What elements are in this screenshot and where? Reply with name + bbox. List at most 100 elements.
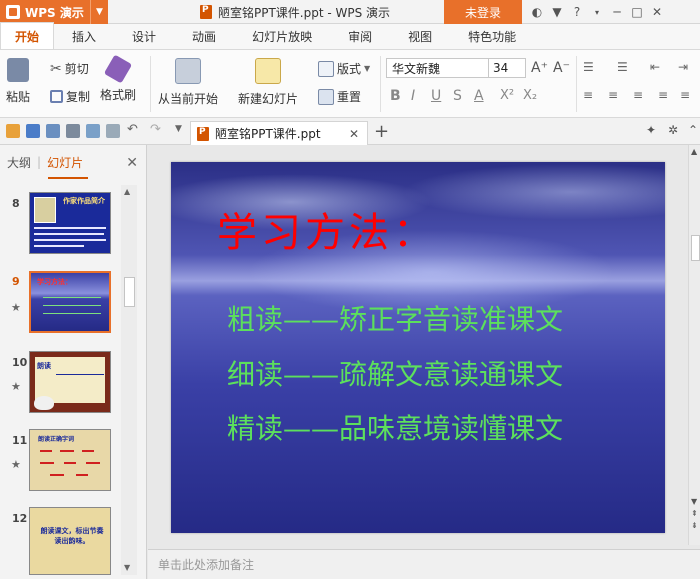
shirt-icon[interactable]: ▼: [547, 0, 567, 24]
print-preview-icon[interactable]: [86, 124, 100, 138]
open-folder-icon[interactable]: [6, 124, 20, 138]
slide-thumbnail-8[interactable]: 作家作品简介: [29, 192, 111, 254]
skin-icon[interactable]: ◐: [527, 0, 547, 24]
tab-special-features[interactable]: 特色功能: [450, 23, 534, 49]
find-icon[interactable]: [106, 124, 120, 138]
reset-icon: [318, 88, 334, 105]
layout-button[interactable]: 版式 ▼: [318, 60, 370, 77]
tab-slideshow[interactable]: 幻灯片放映: [234, 23, 330, 49]
window-title-text: 陋室铭PPT课件.ppt - WPS 演示: [218, 5, 391, 20]
current-slide[interactable]: 学习方法： 粗读——矫正字音读准课文 细读——疏解文意读通课文 精读——品味意境…: [171, 162, 665, 533]
slide-thumbnail-9[interactable]: 学习方法：: [29, 271, 111, 333]
text-line: [40, 450, 52, 452]
save-as-icon[interactable]: [46, 124, 60, 138]
login-button[interactable]: 未登录: [444, 0, 522, 24]
document-tab[interactable]: 陋室铭PPT课件.ppt ✕: [190, 121, 368, 145]
minimize-icon[interactable]: ─: [607, 0, 627, 24]
collapse-icon[interactable]: ⌃: [688, 123, 698, 137]
shadow-icon[interactable]: S: [453, 88, 462, 104]
close-panel-icon[interactable]: ✕: [126, 155, 138, 171]
previous-slide-icon[interactable]: ⇞: [691, 509, 698, 518]
slide-text-line[interactable]: 精读——品味意境读懂课文: [227, 407, 563, 447]
paste-button[interactable]: 粘贴: [6, 58, 30, 105]
decrease-font-icon[interactable]: A⁻: [553, 60, 570, 76]
redo-icon[interactable]: ↷: [150, 122, 161, 137]
format-painter-button[interactable]: 格式刷: [100, 54, 137, 103]
scrollbar-thumb[interactable]: [124, 277, 135, 307]
close-tab-icon[interactable]: ✕: [349, 127, 359, 141]
print-icon[interactable]: [66, 124, 80, 138]
slide-thumbnail-10[interactable]: 朗读: [29, 351, 111, 413]
window-title: 陋室铭PPT课件.ppt - WPS 演示: [200, 0, 390, 24]
subscript-icon[interactable]: X₂: [523, 88, 537, 103]
save-icon[interactable]: [26, 124, 40, 138]
underline-icon[interactable]: U: [431, 88, 441, 104]
tab-view[interactable]: 视图: [390, 23, 450, 49]
cut-button[interactable]: ✂ 剪切: [50, 60, 89, 77]
font-color-icon[interactable]: A: [474, 88, 484, 104]
help-icon[interactable]: ?: [567, 0, 587, 24]
slide-number: 8: [12, 197, 20, 210]
paste-label: 粘贴: [6, 90, 31, 104]
settings-icon[interactable]: ✲: [668, 123, 678, 137]
justify-icon[interactable]: ≡: [658, 88, 668, 102]
slide-text-line[interactable]: 细读——疏解文意读通课文: [227, 353, 563, 393]
decrease-indent-icon[interactable]: ⇤: [650, 60, 660, 74]
animation-star-icon: ★: [11, 380, 21, 393]
close-icon[interactable]: ✕: [647, 0, 667, 24]
copy-button[interactable]: 复制: [50, 88, 90, 105]
superscript-icon[interactable]: X²: [500, 88, 514, 103]
scroll-up-icon[interactable]: ▲: [691, 147, 697, 156]
increase-font-icon[interactable]: A⁺: [531, 60, 548, 76]
slide-text-line[interactable]: 粗读——矫正字音读准课文: [227, 298, 563, 338]
editor-scrollbar[interactable]: ▲ ▼ ⇞ ⇟: [688, 145, 700, 545]
undo-icon[interactable]: ↶: [127, 122, 138, 137]
thumbnail-title: 学习方法：: [37, 278, 72, 286]
tab-design[interactable]: 设计: [114, 23, 174, 49]
slide-thumbnail-12[interactable]: 朗读课文，标出节奏读出韵味。: [29, 507, 111, 575]
tab-insert[interactable]: 插入: [54, 23, 114, 49]
distribute-icon[interactable]: ≡: [680, 88, 690, 102]
wps-menu-button[interactable]: WPS 演示 ▼: [0, 0, 108, 24]
align-center-icon[interactable]: ≡: [608, 88, 618, 102]
customize-dropdown-icon[interactable]: ▼: [175, 124, 182, 134]
tab-animation[interactable]: 动画: [174, 23, 234, 49]
align-left-icon[interactable]: ≡: [583, 88, 593, 102]
numbered-list-icon[interactable]: ☰: [617, 60, 628, 74]
paste-icon: [7, 58, 29, 82]
panel-scrollbar[interactable]: ▲ ▼: [121, 185, 137, 575]
slide-thumbnail-11[interactable]: 朗读正确字词: [29, 429, 111, 491]
scrollbar-thumb[interactable]: [691, 235, 700, 261]
maximize-icon[interactable]: □: [627, 0, 647, 24]
chevron-down-icon[interactable]: ▼: [90, 0, 108, 24]
pin-icon[interactable]: ✦: [646, 123, 656, 137]
next-slide-icon[interactable]: ⇟: [691, 521, 698, 530]
new-slide-label: 新建幻灯片: [238, 92, 299, 106]
scroll-down-icon[interactable]: ▼: [691, 497, 697, 506]
bold-icon[interactable]: B: [390, 88, 401, 104]
tab-outline[interactable]: 大纲: [7, 154, 31, 171]
text-line: [82, 450, 94, 452]
new-slide-button[interactable]: 新建幻灯片: [238, 58, 298, 107]
scroll-up-icon[interactable]: ▲: [124, 187, 130, 196]
font-size-value: 34: [493, 61, 509, 75]
notes-area[interactable]: 单击此处添加备注: [148, 549, 700, 579]
format-painter-label: 格式刷: [100, 88, 137, 102]
text-line: [43, 297, 101, 298]
align-right-icon[interactable]: ≡: [633, 88, 643, 102]
animation-star-icon: ★: [11, 458, 21, 471]
from-current-button[interactable]: 从当前开始: [158, 58, 218, 107]
increase-indent-icon[interactable]: ⇥: [678, 60, 688, 74]
font-size-select[interactable]: 34: [488, 58, 526, 78]
reset-button[interactable]: 重置: [318, 88, 361, 105]
tab-home[interactable]: 开始: [0, 22, 55, 49]
tab-review[interactable]: 审阅: [330, 23, 390, 49]
new-tab-icon[interactable]: +: [374, 121, 389, 142]
italic-icon[interactable]: I: [411, 88, 415, 104]
help-dropdown-icon[interactable]: ▾: [587, 0, 607, 24]
copy-icon: [50, 90, 63, 103]
tab-slides[interactable]: 幻灯片: [47, 154, 83, 171]
scroll-down-icon[interactable]: ▼: [124, 563, 130, 572]
bullet-list-icon[interactable]: ☰: [583, 60, 594, 74]
slide-title[interactable]: 学习方法：: [217, 200, 437, 258]
